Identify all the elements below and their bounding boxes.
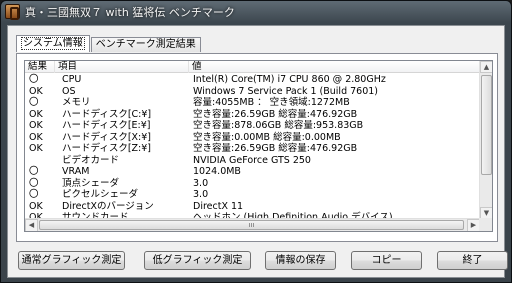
table-row[interactable]: 〇 頂点シェーダ 3.0 (25, 178, 480, 190)
app-icon[interactable] (5, 4, 20, 20)
table-row[interactable]: 〇 メモリ 容量:4055MB ： 空き領域:1272MB (25, 97, 480, 109)
value-cell: Windows 7 Service Pack 1 (Build 7601) (193, 85, 379, 97)
column-header-value[interactable]: 値 (189, 61, 480, 73)
value-cell: 1024.0MB (193, 166, 241, 177)
item-cell: ハードディスク[X:¥] (62, 131, 152, 143)
result-cell: 〇 (29, 97, 39, 108)
item-cell: メモリ (62, 97, 91, 108)
value-cell: 3.0 (193, 189, 209, 200)
result-cell: OK (29, 108, 43, 120)
table-row[interactable]: OK ハードディスク[Z:¥] 空き容量:26.59GB 総容量:476.92GB (25, 143, 480, 155)
item-cell: 頂点シェーダ (62, 177, 120, 189)
item-cell: VRAM (62, 166, 90, 177)
scroll-up-icon[interactable]: ▲ (480, 61, 492, 73)
column-header-item[interactable]: 項目 (55, 61, 189, 73)
value-cell: NVIDIA GeForce GTS 250 (193, 154, 311, 166)
result-cell: OK (29, 85, 43, 97)
item-cell: OS (62, 85, 76, 97)
item-cell: ピクセルシェーダ (62, 189, 139, 200)
low-graphics-benchmark-button[interactable]: 低グラフィック測定 (144, 251, 251, 270)
horizontal-scroll-thumb[interactable]: ııı (39, 220, 464, 230)
table-row[interactable]: OK OS Windows 7 Service Pack 1 (Build 7601… (25, 86, 480, 98)
result-cell: OK (29, 120, 43, 131)
result-cell: 〇 (29, 177, 39, 189)
item-cell: ハードディスク[Z:¥] (62, 143, 152, 154)
horizontal-scrollbar[interactable]: ◀ ııı ▶ (25, 218, 480, 231)
value-cell: 空き容量:878.06GB 総容量:953.83GB (193, 120, 364, 131)
tab-panel: 結果 項目 値 〇 CPU Intel(R) Core(TM) i7 CPU 860… (16, 53, 498, 242)
exit-button[interactable]: 終了 (437, 251, 508, 270)
tab-system-info[interactable]: システム情報 (16, 35, 90, 52)
tab-system-info-label: システム情報 (21, 37, 85, 50)
client-area: システム情報 ベンチマーク測定結果 結果 項目 値 〇 CPU Intel(R) C… (7, 25, 508, 278)
vertical-scroll-thumb[interactable] (481, 75, 492, 175)
item-cell: ビデオカード (62, 154, 120, 166)
value-cell: 空き容量:26.59GB 総容量:476.92GB (193, 108, 358, 120)
column-header-result[interactable]: 結果 (25, 61, 55, 73)
button-row: 通常グラフィック測定 低グラフィック測定 情報の保存 コピー 終了 (17, 251, 508, 271)
table-row[interactable]: 〇 VRAM 1024.0MB (25, 166, 480, 178)
scroll-left-icon[interactable]: ◀ (25, 219, 38, 231)
tab-bar: システム情報 ベンチマーク測定結果 (16, 35, 202, 53)
item-cell: DirectXのバージョン (62, 200, 154, 212)
result-cell: OK (29, 200, 43, 212)
result-cell: 〇 (29, 166, 39, 177)
system-info-list[interactable]: 結果 項目 値 〇 CPU Intel(R) Core(TM) i7 CPU 860… (24, 60, 493, 232)
value-cell: 空き容量:0.00MB 総容量:0.00MB (193, 131, 341, 143)
value-cell: Intel(R) Core(TM) i7 CPU 860 @ 2.80GHz (193, 74, 386, 85)
vertical-scrollbar[interactable]: ▲ ▼ (479, 61, 492, 219)
window-title: 真・三國無双７ with 猛将伝 ベンチマーク (25, 6, 235, 19)
result-cell: OK (29, 131, 43, 143)
tab-benchmark-results-label: ベンチマーク測定結果 (95, 39, 196, 50)
value-cell: DirectX 11 (193, 200, 244, 212)
item-cell: CPU (62, 74, 82, 85)
value-cell: 3.0 (193, 177, 209, 189)
table-row[interactable]: OK ハードディスク[E:¥] 空き容量:878.06GB 総容量:953.83GB (25, 120, 480, 132)
result-cell: OK (29, 143, 43, 154)
tab-benchmark-results[interactable]: ベンチマーク測定結果 (90, 37, 201, 52)
list-rows: 〇 CPU Intel(R) Core(TM) i7 CPU 860 @ 2.80G… (25, 74, 480, 224)
scroll-corner (479, 218, 492, 231)
result-cell: 〇 (29, 74, 39, 85)
title-bar[interactable]: 真・三國無双７ with 猛将伝 ベンチマーク (1, 1, 511, 23)
table-row[interactable]: OK DirectXのバージョン DirectX 11 (25, 201, 480, 213)
table-row[interactable]: ビデオカード NVIDIA GeForce GTS 250 (25, 155, 480, 167)
copy-button[interactable]: コピー (351, 251, 422, 270)
table-row[interactable]: 〇 ピクセルシェーダ 3.0 (25, 189, 480, 201)
app-window: 真・三國無双７ with 猛将伝 ベンチマーク システム情報 ベンチマーク測定結… (0, 0, 512, 283)
value-cell: 容量:4055MB ： 空き領域:1272MB (193, 97, 350, 108)
item-cell: ハードディスク[C:¥] (62, 108, 152, 120)
table-row[interactable]: OK ハードディスク[X:¥] 空き容量:0.00MB 総容量:0.00MB (25, 132, 480, 144)
list-header: 結果 項目 値 (25, 61, 480, 73)
table-row[interactable]: 〇 CPU Intel(R) Core(TM) i7 CPU 860 @ 2.80G… (25, 74, 480, 86)
result-cell: 〇 (29, 189, 39, 200)
item-cell: ハードディスク[E:¥] (62, 120, 151, 131)
value-cell: 空き容量:26.59GB 総容量:476.92GB (193, 143, 358, 154)
normal-graphics-benchmark-button[interactable]: 通常グラフィック測定 (18, 251, 125, 270)
table-row[interactable]: OK ハードディスク[C:¥] 空き容量:26.59GB 総容量:476.92GB (25, 109, 480, 121)
save-info-button[interactable]: 情報の保存 (265, 251, 336, 270)
